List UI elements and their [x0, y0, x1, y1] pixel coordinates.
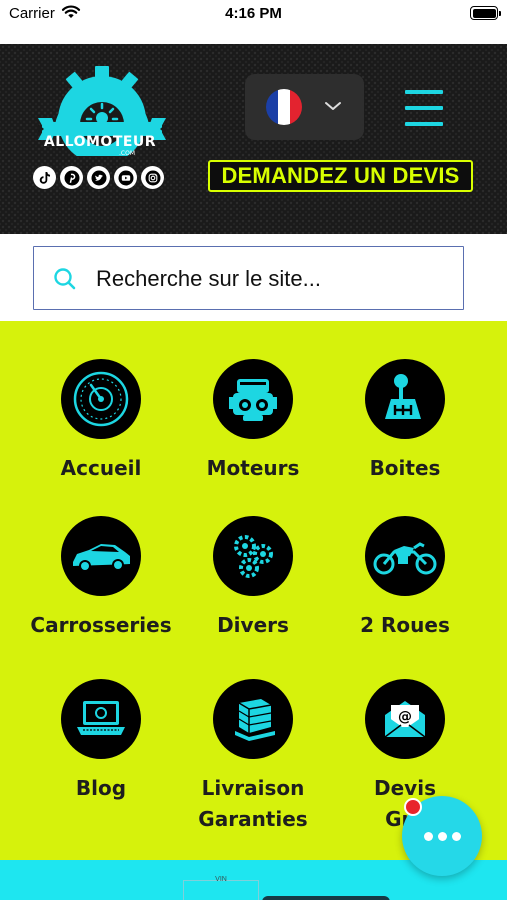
logo-domain: .COM — [119, 150, 135, 157]
category-2-roues[interactable]: 2 Roues — [325, 516, 485, 641]
category-livraison-garanties[interactable]: Livraison Garanties — [173, 679, 333, 835]
search-input[interactable]: Recherche sur le site... — [33, 246, 464, 310]
vin-input-frame[interactable]: VIN — [183, 876, 259, 900]
speedometer-icon — [73, 371, 129, 427]
motorcycle-icon — [373, 542, 437, 575]
twitter-icon[interactable] — [87, 166, 110, 189]
notification-badge — [404, 798, 422, 816]
status-bar: Carrier 4:16 PM — [0, 0, 507, 44]
category-label-line1: Livraison — [201, 776, 305, 800]
tiktok-icon[interactable] — [33, 166, 56, 189]
category-label: Carrosseries — [30, 613, 172, 637]
svg-text:@: @ — [398, 709, 412, 725]
category-label: 2 Roues — [360, 613, 450, 637]
laptop-icon — [77, 701, 125, 735]
clock-time: 4:16 PM — [225, 5, 282, 22]
category-boites[interactable]: Boites — [325, 359, 485, 484]
france-flag-icon — [266, 89, 302, 125]
vin-submit-button[interactable] — [262, 896, 390, 900]
category-carrosseries[interactable]: Carrosseries — [21, 516, 181, 641]
category-label-line1: Devis — [374, 776, 436, 800]
chevron-down-icon — [325, 102, 341, 110]
car-icon — [73, 544, 130, 572]
request-quote-button[interactable]: DEMANDEZ UN DEVIS — [208, 160, 473, 192]
logo-wordmark: ALLOMOTEUR — [43, 134, 157, 150]
category-label: Accueil — [60, 456, 142, 480]
social-links — [33, 166, 164, 189]
youtube-icon[interactable] — [114, 166, 137, 189]
category-label-line2: Garanties — [198, 807, 308, 831]
site-header: ALLOMOTEUR .COM DEMANDEZ UN DEVIS — [0, 44, 507, 234]
search-section: Recherche sur le site... — [0, 234, 507, 321]
pallet-icon — [235, 699, 275, 741]
language-selector[interactable] — [245, 74, 364, 140]
category-label: Blog — [75, 776, 127, 800]
instagram-icon[interactable] — [141, 166, 164, 189]
battery-icon — [470, 6, 501, 20]
more-dots-icon — [423, 831, 433, 841]
category-grid: Accueil Moteurs Boites Carrosseries Dive… — [0, 321, 507, 860]
category-accueil[interactable]: Accueil — [21, 359, 181, 484]
vin-label: VIN — [215, 876, 227, 883]
category-label: Livraison Garanties — [173, 773, 333, 835]
search-placeholder: Recherche sur le site... — [96, 266, 321, 291]
category-divers[interactable]: Divers — [173, 516, 333, 641]
category-label: Moteurs — [206, 456, 300, 480]
pinterest-icon[interactable] — [60, 166, 83, 189]
search-icon — [54, 268, 76, 290]
engine-icon — [229, 379, 277, 421]
hamburger-menu-icon[interactable] — [405, 90, 443, 126]
email-icon: @ — [384, 701, 426, 738]
category-moteurs[interactable]: Moteurs — [173, 359, 333, 484]
gears-icon — [234, 535, 273, 578]
gearbox-icon — [385, 374, 421, 419]
category-blog[interactable]: Blog — [21, 679, 181, 804]
category-label: Divers — [217, 613, 289, 637]
category-label: Boites — [369, 456, 441, 480]
